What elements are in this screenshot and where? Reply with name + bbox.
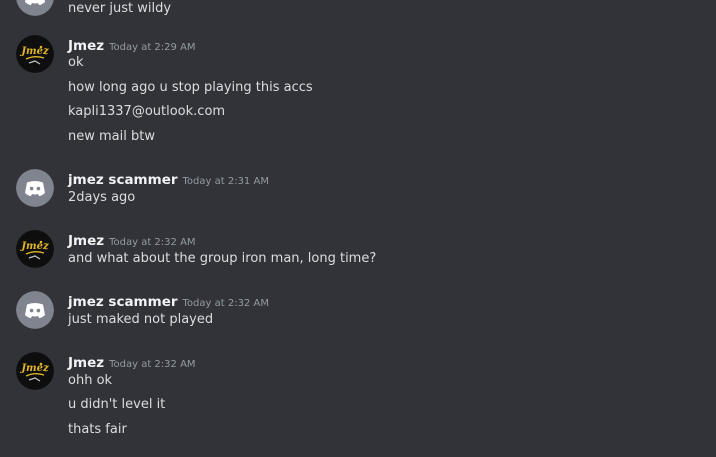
- message-text: kapli1337@outlook.com: [68, 104, 226, 119]
- message-text: ohh ok: [68, 373, 113, 388]
- message-text: and what about the group iron man, long …: [68, 251, 377, 266]
- timestamp[interactable]: Today at 2:29 AM: [109, 42, 195, 53]
- message-header: jmez scammer Today at 2:31 AM: [68, 169, 269, 188]
- timestamp[interactable]: Today at 2:32 AM: [109, 359, 195, 370]
- message-text: thats fair: [68, 422, 127, 437]
- chat-message-list: never just wildy Jmez Jmez Today at 2:29 …: [0, 0, 716, 457]
- username[interactable]: Jmez: [68, 233, 104, 249]
- timestamp[interactable]: Today at 2:32 AM: [183, 298, 269, 309]
- jmez-logo-avatar-icon[interactable]: Jmez: [16, 352, 54, 390]
- svg-text:Jmez: Jmez: [19, 363, 49, 374]
- message-text: how long ago u stop playing this accs: [68, 80, 313, 95]
- message-text: new mail btw: [68, 129, 155, 144]
- username[interactable]: Jmez: [68, 38, 104, 54]
- discord-default-avatar-icon[interactable]: [16, 0, 54, 16]
- message-text: u didn't level it: [68, 397, 166, 412]
- username[interactable]: jmez scammer: [68, 172, 178, 188]
- svg-text:Jmez: Jmez: [19, 241, 49, 252]
- message-text: 2days ago: [68, 190, 136, 205]
- discord-default-avatar-icon[interactable]: [16, 291, 54, 329]
- username[interactable]: jmez scammer: [68, 294, 178, 310]
- message-text: ok: [68, 55, 84, 70]
- jmez-logo-avatar-icon[interactable]: Jmez: [16, 230, 54, 268]
- timestamp[interactable]: Today at 2:32 AM: [109, 237, 195, 248]
- svg-text:Jmez: Jmez: [19, 46, 49, 57]
- message-header: Jmez Today at 2:32 AM: [68, 352, 196, 371]
- discord-default-avatar-icon[interactable]: [16, 169, 54, 207]
- message-header: Jmez Today at 2:29 AM: [68, 35, 196, 54]
- message-text: just maked not played: [68, 312, 214, 327]
- jmez-logo-avatar-icon[interactable]: Jmez: [16, 35, 54, 73]
- timestamp[interactable]: Today at 2:31 AM: [183, 176, 269, 187]
- message-header: jmez scammer Today at 2:32 AM: [68, 291, 269, 310]
- username[interactable]: Jmez: [68, 355, 104, 371]
- message-header: Jmez Today at 2:32 AM: [68, 230, 196, 249]
- message-text: never just wildy: [68, 1, 172, 16]
